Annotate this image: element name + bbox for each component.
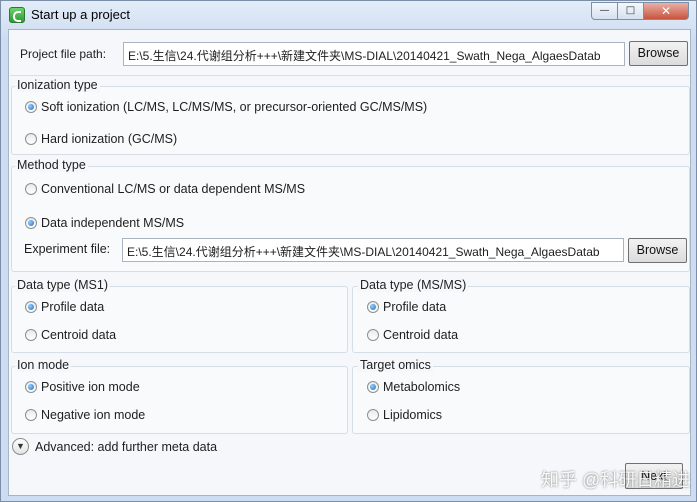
experiment-file-label: Experiment file: [24,242,111,256]
radio-label: Hard ionization (GC/MS) [41,132,178,146]
radio-positive-ion-mode[interactable]: Positive ion mode [25,380,140,394]
radio-button[interactable] [25,381,37,393]
radio-button[interactable] [367,329,379,341]
radio-label: Profile data [383,300,447,314]
experiment-browse-button[interactable]: Browse [628,238,687,263]
radio-label: Soft ionization (LC/MS, LC/MS/MS, or pre… [41,100,428,114]
radio-label: Metabolomics [383,380,461,394]
radio-msms-profile[interactable]: Profile data [367,300,446,314]
radio-ms1-centroid[interactable]: Centroid data [25,328,116,342]
close-button[interactable]: ✕ [643,2,689,20]
project-path-row: Project file path: E:\5.生信\24.代谢组分析+++\新… [10,31,690,76]
msms-data-type-title: Data type (MS/MS) [358,278,469,292]
radio-label: Centroid data [41,328,117,342]
radio-button[interactable] [25,133,37,145]
ionization-type-title: Ionization type [15,78,100,92]
radio-label: Data independent MS/MS [41,216,185,230]
window-title: Start up a project [31,7,130,22]
target-omics-title: Target omics [358,358,433,372]
ms1-data-type-group [11,286,348,353]
radio-label: Negative ion mode [41,408,146,422]
radio-soft-ionization[interactable]: Soft ionization (LC/MS, LC/MS/MS, or pre… [25,100,427,114]
experiment-file-input[interactable]: E:\5.生信\24.代谢组分析+++\新建文件夹\MS-DIAL\201404… [122,238,624,262]
chevron-down-icon[interactable]: ▼ [12,438,29,455]
project-path-label: Project file path: [20,47,107,61]
radio-conventional-lcms[interactable]: Conventional LC/MS or data dependent MS/… [25,182,305,196]
radio-label: Centroid data [383,328,459,342]
minimize-button[interactable]: — [591,2,618,20]
radio-button[interactable] [25,329,37,341]
watermark-text: 知乎 @科研日精进 [541,470,691,490]
radio-data-independent[interactable]: Data independent MS/MS [25,216,184,230]
radio-lipidomics[interactable]: Lipidomics [367,408,442,422]
radio-label: Lipidomics [383,408,443,422]
app-icon [9,7,25,23]
maximize-button[interactable]: □ [617,2,644,20]
project-browse-button[interactable]: Browse [629,41,688,66]
radio-label: Profile data [41,300,105,314]
radio-metabolomics[interactable]: Metabolomics [367,380,460,394]
advanced-label: Advanced: add further meta data [35,439,218,454]
ion-mode-group [11,366,348,434]
target-omics-group [352,366,690,434]
radio-button[interactable] [25,183,37,195]
startup-dialog: Start up a project — □ ✕ Project file pa… [0,0,697,502]
radio-button[interactable] [367,381,379,393]
ion-mode-title: Ion mode [15,358,72,372]
radio-button[interactable] [25,301,37,313]
radio-button[interactable] [367,301,379,313]
method-type-title: Method type [15,158,88,172]
project-path-input[interactable]: E:\5.生信\24.代谢组分析+++\新建文件夹\MS-DIAL\201404… [123,42,625,66]
title-bar: Start up a project — □ ✕ [1,1,696,29]
radio-button[interactable] [367,409,379,421]
advanced-expander[interactable]: ▼ Advanced: add further meta data [12,438,217,455]
ms1-data-type-title: Data type (MS1) [15,278,111,292]
radio-button[interactable] [25,409,37,421]
radio-hard-ionization[interactable]: Hard ionization (GC/MS) [25,132,177,146]
radio-button[interactable] [25,217,37,229]
radio-ms1-profile[interactable]: Profile data [25,300,104,314]
radio-label: Positive ion mode [41,380,140,394]
radio-label: Conventional LC/MS or data dependent MS/… [41,182,306,196]
msms-data-type-group [352,286,690,353]
dialog-body: Project file path: E:\5.生信\24.代谢组分析+++\新… [8,29,691,496]
radio-negative-ion-mode[interactable]: Negative ion mode [25,408,145,422]
radio-button[interactable] [25,101,37,113]
radio-msms-centroid[interactable]: Centroid data [367,328,458,342]
